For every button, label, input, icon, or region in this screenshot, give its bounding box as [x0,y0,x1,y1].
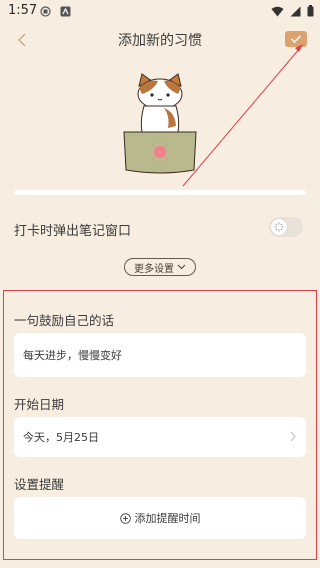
status-bar: 1:57 [0,0,320,24]
reminder-label: 设置提醒 [14,477,65,492]
plus-circle-icon [119,512,131,524]
add-reminder-button[interactable]: 添加提醒时间 [14,497,306,539]
app-notification-icon [60,6,71,17]
habit-progress-track [14,190,306,195]
popup-note-label: 打卡时弹出笔记窗口 [14,224,132,239]
page-title: 添加新的习惯 [118,33,202,49]
encourage-field[interactable]: 每天进步，慢慢变好 [14,333,306,377]
chevron-right-icon [290,431,296,442]
status-time: 1:57 [8,3,38,18]
encourage-label: 一句鼓励自己的话 [14,313,115,328]
add-reminder-content: 添加提醒时间 [14,497,306,539]
cat-illustration [123,73,197,174]
wifi-icon [271,6,284,16]
popup-note-toggle[interactable] [269,217,303,237]
battery-icon [307,5,314,17]
add-reminder-label: 添加提醒时间 [134,512,201,525]
toggle-knob-icon [271,219,287,235]
notification-icon [40,6,51,17]
confirm-button[interactable] [285,31,307,47]
chevron-down-icon [177,264,186,270]
encourage-value: 每天进步，慢慢变好 [23,349,122,362]
screen: 1:57 添加新的习惯 打卡时弹出笔记窗口 更多设置 一句鼓励自己的话 每天进步… [0,0,320,568]
status-icons [271,5,314,17]
more-settings-button[interactable]: 更多设置 [124,258,196,276]
start-date-label: 开始日期 [14,397,65,412]
check-icon [290,35,302,44]
start-date-value: 今天，5月25日 [23,431,99,444]
start-date-field[interactable]: 今天，5月25日 [14,417,306,457]
more-settings-label: 更多设置 [134,263,174,275]
signal-icon [290,6,301,16]
